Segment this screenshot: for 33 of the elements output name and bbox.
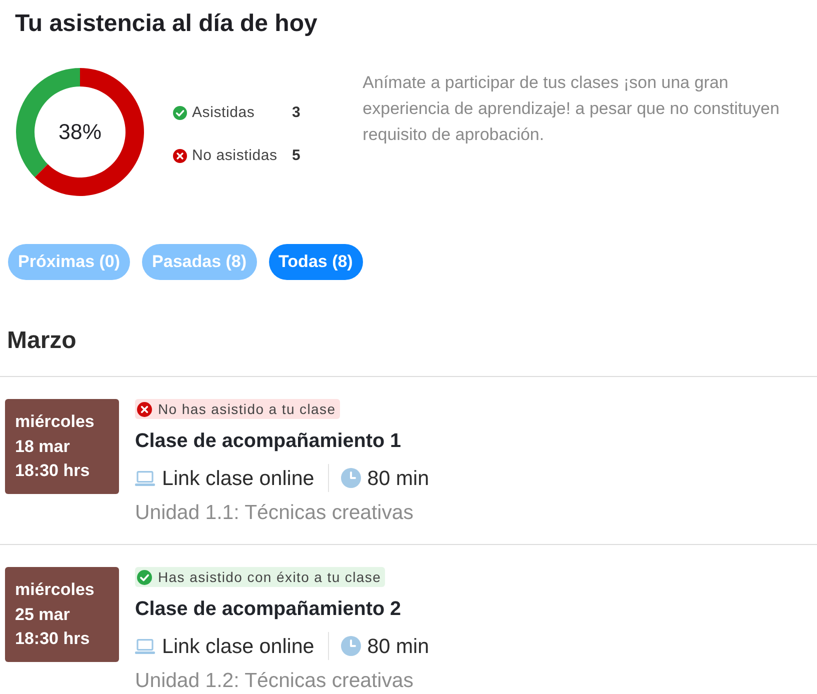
status-text: Has asistido con éxito a tu clase [158, 568, 382, 586]
weekday-label: miércoles [15, 411, 94, 433]
month-heading: Marzo [7, 327, 76, 355]
laptop-icon [135, 638, 155, 654]
clock-icon [341, 636, 362, 656]
filter-tab[interactable]: Todas (8) [268, 244, 363, 280]
unit-text: Unidad 1.2: Técnicas creativas [135, 669, 414, 694]
status-text: No has asistido a tu clase [158, 400, 336, 418]
percentage-label: 38% [58, 119, 102, 145]
filter-tab[interactable]: Pasadas (8) [142, 244, 257, 280]
class-title: Clase de acompañamiento 2 [135, 597, 402, 621]
filter-tab[interactable]: Próximas (0) [8, 244, 130, 280]
unit-text: Unidad 1.1: Técnicas creativas [135, 501, 414, 526]
laptop-icon [135, 470, 155, 486]
duration-text: 80 min [367, 466, 430, 490]
time-label: 18:30 hrs [15, 460, 90, 482]
time-label: 18:30 hrs [15, 628, 90, 650]
cross-icon [137, 402, 152, 416]
check-icon [137, 570, 152, 584]
legend-label: No asistidas [192, 146, 278, 166]
date-label: 18 mar [15, 436, 70, 458]
legend-label: Asistidas [192, 103, 256, 123]
description-text: Anímate a participar de tus clases ¡son una gran experiencia de aprendizaje! a pesar que no constituyen requisito de aprobación. [362, 72, 780, 146]
class-link[interactable]: Link clase online [162, 634, 314, 658]
class-title: Clase de acompañamiento 1 [135, 429, 402, 453]
weekday-label: miércoles [15, 579, 94, 601]
legend-count: 3 [292, 103, 301, 123]
duration-text: 80 min [367, 634, 430, 658]
page-title: Tu asistencia al día de hoy [15, 10, 318, 38]
clock-icon [341, 468, 362, 488]
class-link[interactable]: Link clase online [162, 466, 314, 490]
date-label: 25 mar [15, 604, 70, 626]
legend-count: 5 [292, 146, 301, 166]
